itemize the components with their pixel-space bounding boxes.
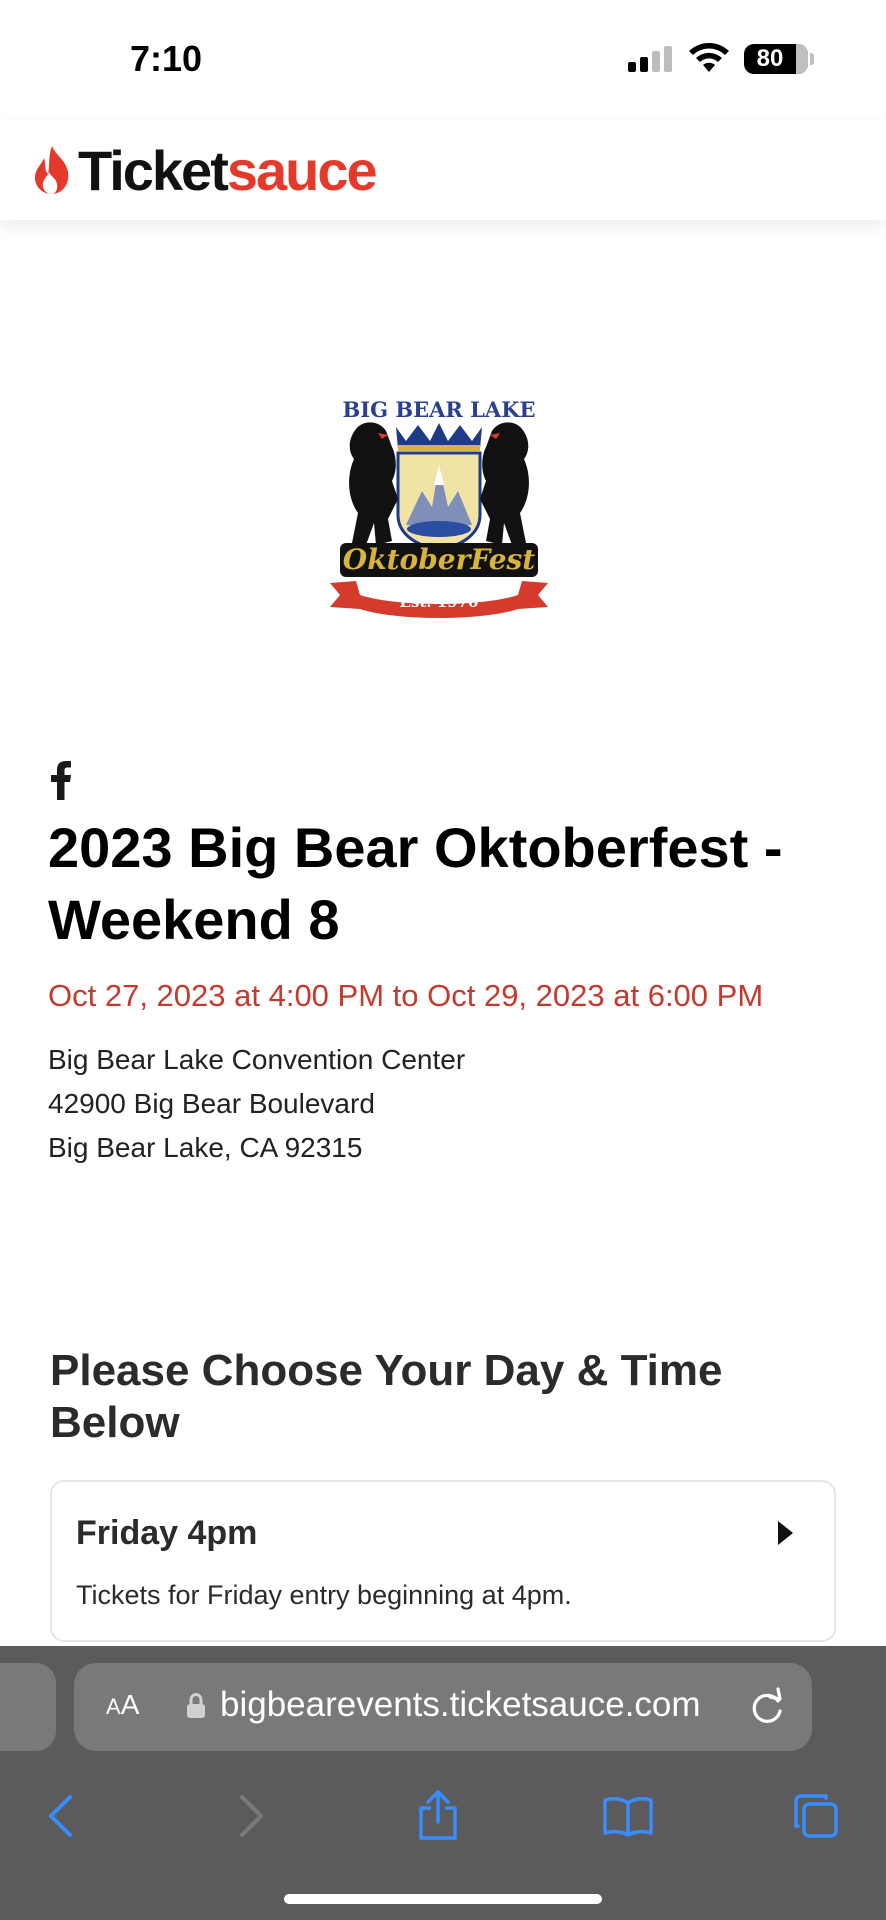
- aa-small: A: [106, 1694, 121, 1719]
- reload-icon[interactable]: [748, 1687, 786, 1727]
- previous-tab-preview[interactable]: [0, 1663, 56, 1751]
- svg-text:Est. 1970: Est. 1970: [400, 593, 479, 611]
- ticket-option-title: Friday 4pm: [76, 1514, 258, 1552]
- oktoberfest-logo: BIG BEAR LAKE OktoberFest Est. 1970: [330, 397, 548, 618]
- svg-text:OktoberFest: OktoberFest: [343, 543, 535, 576]
- tabs-button[interactable]: [786, 1786, 846, 1846]
- venue-name: Big Bear Lake Convention Center: [48, 1044, 466, 1075]
- logo-wordmark: Ticketsauce: [78, 138, 378, 203]
- page-settings-button[interactable]: AA: [106, 1689, 139, 1721]
- bookmarks-icon: [603, 1797, 653, 1837]
- aa-large: A: [120, 1689, 140, 1720]
- ticket-option-description: Tickets for Friday entry beginning at 4p…: [76, 1580, 572, 1610]
- facebook-icon[interactable]: [48, 760, 74, 800]
- lock-icon: [187, 1693, 205, 1718]
- status-bar: 7:10 80: [0, 0, 886, 120]
- battery-tip: [810, 53, 814, 65]
- share-button[interactable]: [408, 1786, 468, 1846]
- home-indicator[interactable]: [284, 1894, 602, 1904]
- flame-icon: [34, 146, 69, 194]
- cellular-signal-icon: [628, 46, 672, 72]
- site-header: Ticketsauce: [0, 120, 886, 220]
- back-button[interactable]: [30, 1786, 90, 1846]
- share-icon: [419, 1790, 457, 1840]
- forward-button[interactable]: [222, 1786, 282, 1846]
- venue-address: Big Bear Lake Convention Center 42900 Bi…: [48, 1038, 465, 1170]
- back-icon: [49, 1795, 72, 1837]
- browser-toolbar-area: AA bigbearevents.ticketsauce.com: [0, 1646, 886, 1920]
- venue-city: Big Bear Lake, CA 92315: [48, 1132, 363, 1163]
- event-title: 2023 Big Bear Oktoberfest - Weekend 8: [48, 816, 783, 951]
- caret-right-icon: [778, 1521, 793, 1545]
- venue-street: 42900 Big Bear Boulevard: [48, 1088, 375, 1119]
- ticketsauce-logo[interactable]: Ticketsauce: [30, 138, 378, 203]
- svg-text:BIG BEAR LAKE: BIG BEAR LAKE: [343, 397, 536, 422]
- event-date-range: Oct 27, 2023 at 4:00 PM to Oct 29, 2023 …: [48, 978, 764, 1013]
- battery-icon: 80: [744, 44, 808, 74]
- ticket-option-friday[interactable]: Friday 4pm Tickets for Friday entry begi…: [50, 1480, 836, 1642]
- bookmarks-button[interactable]: [598, 1786, 658, 1846]
- logo-wordmark-sauce: sauce: [226, 138, 378, 202]
- browser-nav-toolbar: [0, 1786, 886, 1856]
- ticket-section-heading: Please Choose Your Day & Time Below: [50, 1346, 723, 1447]
- battery-level: 80: [756, 45, 784, 72]
- address-bar[interactable]: AA bigbearevents.ticketsauce.com: [74, 1663, 812, 1751]
- tabs-icon: [794, 1794, 838, 1838]
- forward-icon: [240, 1795, 263, 1837]
- url-text: bigbearevents.ticketsauce.com: [220, 1685, 701, 1724]
- wifi-icon: [689, 43, 729, 72]
- logo-wordmark-ticket: Ticket: [78, 138, 229, 202]
- status-time: 7:10: [130, 38, 203, 79]
